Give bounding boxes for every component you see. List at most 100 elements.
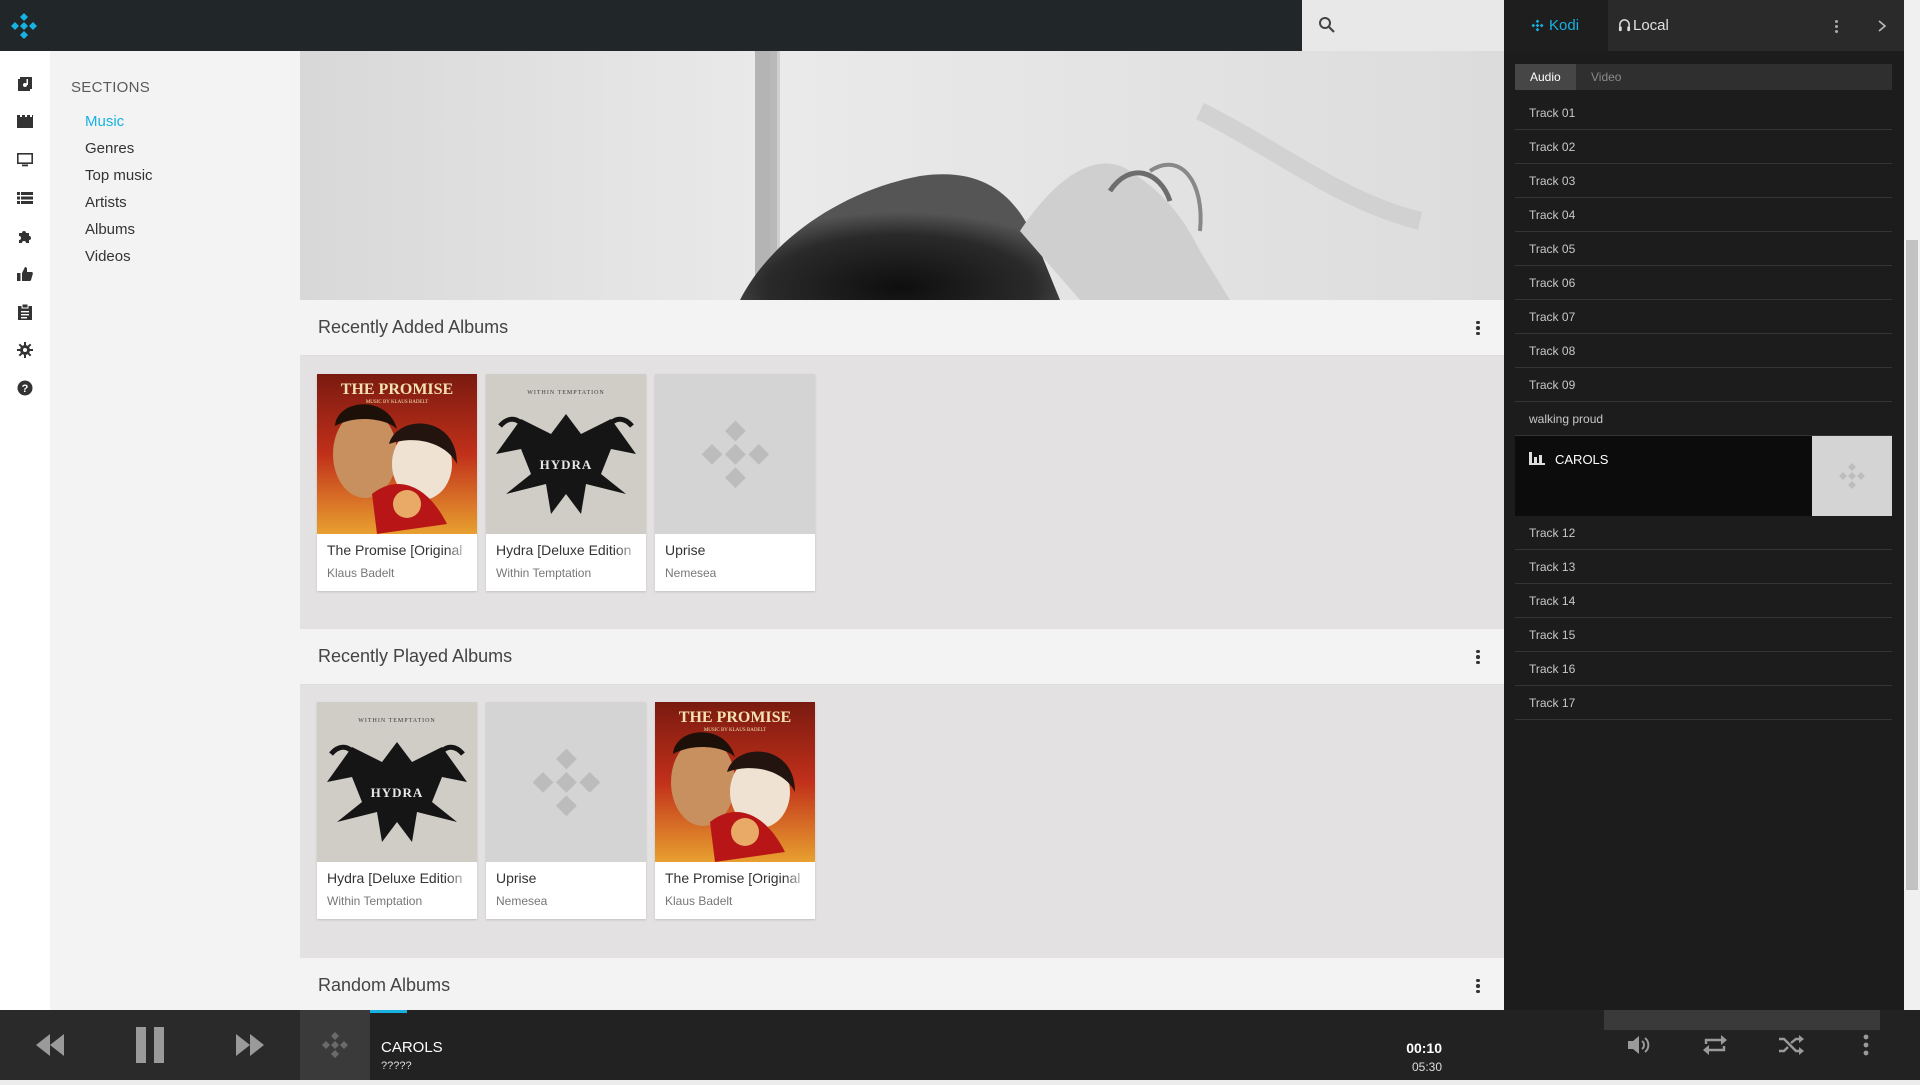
album-artist: Within Temptation: [496, 566, 592, 580]
rewind-button[interactable]: [20, 1010, 80, 1080]
playlist-scrollbar[interactable]: [1904, 0, 1920, 1010]
track-row[interactable]: Track 05: [1515, 232, 1892, 266]
tab-local-label: Local: [1633, 17, 1669, 34]
album-card[interactable]: THE PROMISE MUSIC BY KLAUS BADELT The Pro…: [655, 702, 815, 919]
album-card[interactable]: Uprise Nemesea: [655, 374, 815, 591]
section-item-top-music[interactable]: Top music: [85, 165, 153, 192]
track-row[interactable]: Track 01: [1515, 96, 1892, 130]
now-playing-thumb[interactable]: [300, 1010, 370, 1080]
track-row[interactable]: Track 15: [1515, 618, 1892, 652]
player-controls: [0, 1010, 300, 1080]
track-name: Track 04: [1529, 208, 1576, 222]
track-name: Track 01: [1529, 106, 1576, 120]
track-row-playing[interactable]: CAROLS: [1515, 436, 1892, 516]
clipboard-icon[interactable]: [16, 303, 34, 321]
rewind-icon: [36, 1034, 64, 1056]
chevron-right-icon[interactable]: [1872, 16, 1892, 36]
track-row[interactable]: Track 09: [1515, 368, 1892, 402]
album-art: THE PROMISE MUSIC BY KLAUS BADELT: [655, 702, 815, 862]
album-card[interactable]: THE PROMISE MUSIC BY KLAUS BADELT The Pro…: [317, 374, 477, 591]
playlist-header: Kodi Local: [1504, 0, 1904, 51]
album-artist: Within Temptation: [327, 894, 423, 908]
fast-forward-icon: [236, 1034, 264, 1056]
svg-text:?: ?: [22, 383, 29, 395]
track-row[interactable]: Track 07: [1515, 300, 1892, 334]
section-item-artists[interactable]: Artists: [85, 192, 153, 219]
music-library-icon[interactable]: [16, 75, 34, 93]
tab-local[interactable]: Local: [1608, 0, 1738, 51]
fast-forward-button[interactable]: [220, 1010, 280, 1080]
track-row[interactable]: Track 13: [1515, 550, 1892, 584]
track-row[interactable]: Track 04: [1515, 198, 1892, 232]
album-card[interactable]: WITHIN TEMPTATION HYDRA Hydra [Deluxe Edi…: [486, 374, 646, 591]
subtab-audio[interactable]: Audio: [1515, 64, 1576, 90]
shuffle-icon[interactable]: [1776, 1030, 1806, 1060]
help-icon[interactable]: ?: [16, 379, 34, 397]
settings-icon[interactable]: [16, 341, 34, 359]
album-art: WITHIN TEMPTATION HYDRA: [486, 374, 646, 534]
track-list: Track 01 Track 02 Track 03 Track 04 Track 05…: [1515, 96, 1892, 720]
headphones-icon: [1618, 19, 1631, 32]
player-menu-icon[interactable]: [1851, 1030, 1881, 1060]
album-title: The Promise [Original: [327, 542, 463, 558]
tab-kodi-label: Kodi: [1549, 17, 1580, 34]
section-item-music[interactable]: Music: [85, 111, 153, 138]
addons-icon[interactable]: [16, 227, 34, 245]
volume-slider[interactable]: [1604, 1010, 1880, 1030]
track-row[interactable]: walking proud: [1515, 402, 1892, 436]
section-item-albums[interactable]: Albums: [85, 219, 153, 246]
volume-icon[interactable]: [1624, 1030, 1654, 1060]
search-icon[interactable]: [1318, 16, 1336, 34]
top-bar: [0, 0, 1504, 51]
track-name: Track 02: [1529, 140, 1576, 154]
nav-icon-bar: ?: [0, 51, 50, 1010]
random-albums-menu-icon[interactable]: [1468, 976, 1488, 996]
search-box[interactable]: [1302, 0, 1504, 51]
track-name: Track 13: [1529, 560, 1576, 574]
thumbs-up-icon[interactable]: [16, 265, 34, 283]
album-artist: Nemesea: [665, 566, 717, 580]
track-row[interactable]: Track 12: [1515, 516, 1892, 550]
svg-text:WITHIN TEMPTATION: WITHIN TEMPTATION: [527, 390, 605, 396]
recently-added-menu-icon[interactable]: [1468, 318, 1488, 338]
track-row[interactable]: Track 17: [1515, 686, 1892, 720]
track-row[interactable]: Track 06: [1515, 266, 1892, 300]
album-art: THE PROMISE MUSIC BY KLAUS BADELT: [317, 374, 477, 534]
pause-icon: [136, 1027, 164, 1063]
album-artist: Nemesea: [496, 894, 548, 908]
track-row[interactable]: Track 03: [1515, 164, 1892, 198]
album-card[interactable]: Uprise Nemesea: [486, 702, 646, 919]
svg-text:MUSIC BY KLAUS BADELT: MUSIC BY KLAUS BADELT: [366, 400, 428, 405]
svg-text:HYDRA: HYDRA: [371, 785, 424, 800]
playlist-menu-icon[interactable]: [1826, 16, 1846, 36]
subtab-video[interactable]: Video: [1576, 64, 1636, 90]
album-title: Uprise: [665, 542, 706, 558]
recently-played-menu-icon[interactable]: [1468, 647, 1488, 667]
track-row[interactable]: Track 02: [1515, 130, 1892, 164]
kodi-logo-icon[interactable]: [10, 12, 38, 40]
album-art: WITHIN TEMPTATION HYDRA: [317, 702, 477, 862]
scrollbar-thumb[interactable]: [1906, 240, 1918, 890]
track-name: Track 06: [1529, 276, 1576, 290]
track-row[interactable]: Track 14: [1515, 584, 1892, 618]
pause-button[interactable]: [120, 1010, 180, 1080]
track-name: Track 05: [1529, 242, 1576, 256]
progress-bar-fill[interactable]: [370, 1010, 407, 1013]
section-item-genres[interactable]: Genres: [85, 138, 153, 165]
playlist-icon[interactable]: [16, 189, 34, 207]
svg-text:MUSIC BY KLAUS BADELT: MUSIC BY KLAUS BADELT: [704, 728, 766, 733]
album-card[interactable]: WITHIN TEMPTATION HYDRA Hydra [Deluxe Edi…: [317, 702, 477, 919]
track-row[interactable]: Track 16: [1515, 652, 1892, 686]
album-title: The Promise [Original: [665, 870, 801, 886]
time-total: 05:30: [1411, 1060, 1442, 1074]
tab-kodi[interactable]: Kodi: [1504, 0, 1608, 51]
now-playing-equalizer-icon: [1529, 452, 1545, 465]
section-item-videos[interactable]: Videos: [85, 246, 153, 273]
recently-played-header: Recently Played Albums: [300, 629, 1504, 685]
track-row[interactable]: Track 08: [1515, 334, 1892, 368]
now-playing-title: CAROLS: [381, 1039, 443, 1056]
tv-icon[interactable]: [16, 151, 34, 169]
time-current: 00:10: [1406, 1040, 1442, 1056]
repeat-icon[interactable]: [1700, 1030, 1730, 1060]
movies-icon[interactable]: [16, 113, 34, 131]
